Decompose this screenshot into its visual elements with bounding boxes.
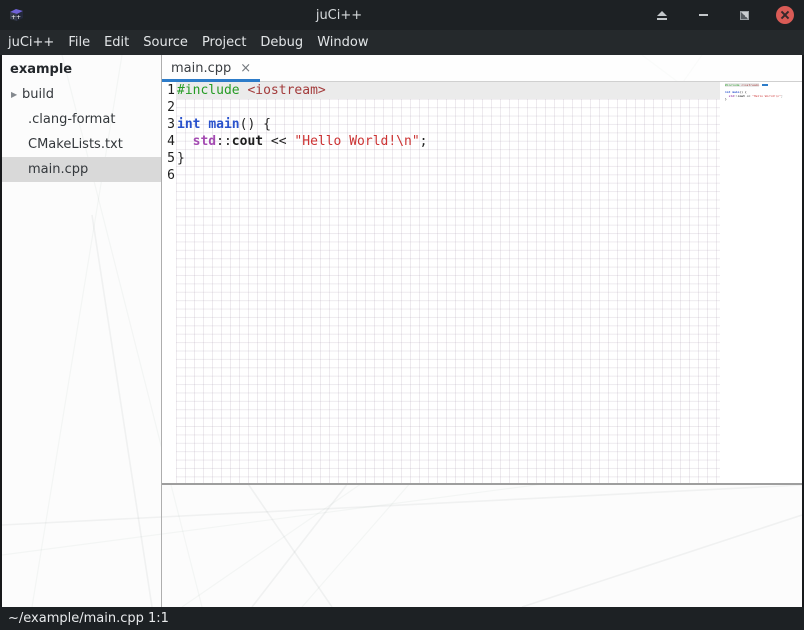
- code-line[interactable]: 6: [162, 167, 802, 184]
- minimap-line: [725, 102, 801, 106]
- menu-edit[interactable]: Edit: [97, 30, 136, 55]
- window-title: juCi++: [25, 8, 653, 23]
- line-number: 2: [162, 99, 175, 116]
- minimize-button[interactable]: [694, 6, 712, 24]
- window-body: example ▶ build .clang-format CMakeLists…: [0, 55, 804, 607]
- code-line[interactable]: 5}: [162, 150, 802, 167]
- menu-project[interactable]: Project: [195, 30, 253, 55]
- tree-item-clang-format[interactable]: .clang-format: [2, 107, 161, 132]
- svg-text:++: ++: [11, 14, 21, 21]
- menu-source[interactable]: Source: [136, 30, 195, 55]
- line-number: 3: [162, 116, 175, 133]
- minimize-icon: [699, 14, 708, 16]
- line-number: 5: [162, 150, 175, 167]
- menubar: juCi++ File Edit Source Project Debug Wi…: [0, 30, 804, 55]
- tab-close-icon[interactable]: ×: [240, 61, 251, 76]
- close-button[interactable]: [776, 6, 794, 24]
- menu-jucipp[interactable]: juCi++: [1, 30, 61, 55]
- line-number: 4: [162, 133, 175, 150]
- code-line[interactable]: 4 std::cout << "Hello World!\n";: [162, 133, 802, 150]
- app-logo-icon: ++: [8, 7, 25, 23]
- editor-pane: main.cpp × 1#include <iostream>23int mai…: [162, 55, 802, 607]
- file-tree-sidebar: example ▶ build .clang-format CMakeLists…: [2, 55, 161, 607]
- menu-debug[interactable]: Debug: [253, 30, 310, 55]
- shade-icon: [657, 11, 667, 16]
- close-icon: [776, 6, 794, 24]
- code-line[interactable]: 3int main() {: [162, 116, 802, 133]
- shade-button[interactable]: [653, 6, 671, 24]
- tree-item-build[interactable]: ▶ build: [2, 82, 161, 107]
- tree-item-cmakelists[interactable]: CMakeLists.txt: [2, 132, 161, 157]
- line-number: 6: [162, 167, 175, 184]
- minimap[interactable]: #include <iostream>int main() { std::cou…: [722, 82, 801, 483]
- tabbar: main.cpp ×: [162, 55, 802, 82]
- code-line[interactable]: 2: [162, 99, 802, 116]
- status-file-position: ~/example/main.cpp 1:1: [8, 611, 169, 626]
- statusbar: ~/example/main.cpp 1:1: [0, 607, 804, 630]
- menu-window[interactable]: Window: [310, 30, 375, 55]
- expander-icon[interactable]: ▶: [2, 90, 22, 99]
- tab-main-cpp[interactable]: main.cpp ×: [162, 55, 260, 81]
- maximize-icon: [740, 11, 749, 20]
- menu-file[interactable]: File: [61, 30, 97, 55]
- minimap-cursor-indicator: [762, 84, 768, 86]
- titlebar: ++ juCi++: [0, 0, 804, 30]
- project-name: example: [2, 55, 161, 82]
- code-lines: 1#include <iostream>23int main() {4 std:…: [162, 82, 802, 184]
- source-editor[interactable]: 1#include <iostream>23int main() {4 std:…: [162, 82, 802, 483]
- maximize-button[interactable]: [735, 6, 753, 24]
- line-number: 1: [162, 82, 175, 99]
- code-line[interactable]: 1#include <iostream>: [162, 82, 802, 99]
- window-controls: [653, 6, 794, 24]
- tree-item-main-cpp[interactable]: main.cpp: [2, 157, 161, 182]
- juci-window: ++ juCi++ juCi++ File Edit Source Projec…: [0, 0, 804, 630]
- output-panel[interactable]: [162, 485, 802, 607]
- tab-label: main.cpp: [171, 61, 231, 76]
